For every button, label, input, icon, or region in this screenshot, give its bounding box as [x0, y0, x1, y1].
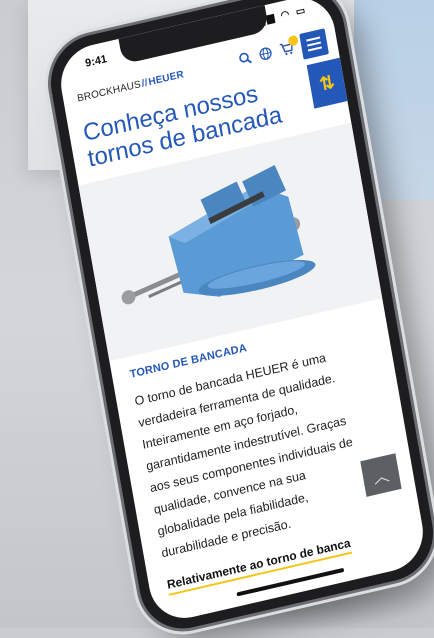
cart-badge: [287, 34, 299, 47]
filter-icon[interactable]: ⇅: [306, 57, 348, 109]
cart-icon[interactable]: [279, 34, 299, 60]
product-description: O torno de bancada HEUER é uma verdadeir…: [133, 350, 354, 561]
status-time: 9:41: [84, 53, 108, 70]
menu-icon[interactable]: [299, 28, 330, 60]
search-icon[interactable]: [238, 51, 253, 70]
globe-icon[interactable]: [258, 46, 273, 65]
